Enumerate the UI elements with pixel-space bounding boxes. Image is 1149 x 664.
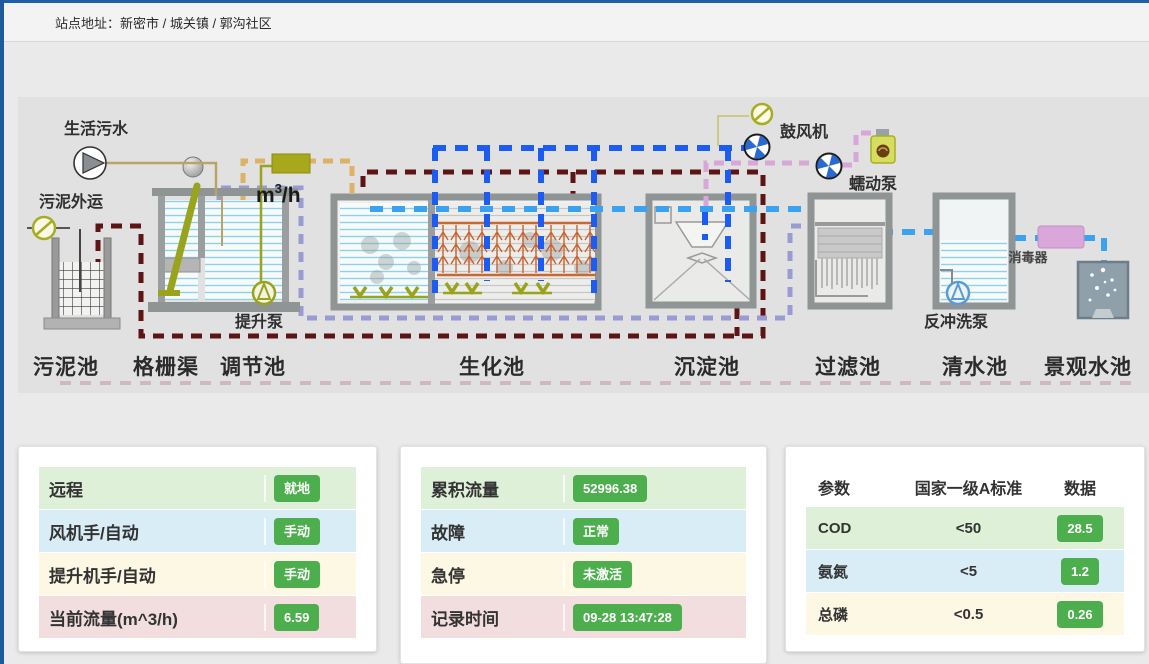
top-accent-strip	[0, 0, 1149, 3]
site-address-breadcrumb: 站点地址：新密市 / 城关镇 / 郭沟社区	[55, 13, 272, 32]
row-label: 远程	[49, 476, 264, 501]
label-lift-pump: 提升泵	[235, 313, 283, 331]
value-badge: 28.5	[1057, 515, 1102, 542]
column-header: 国家一级A标准	[901, 475, 1036, 499]
tank-label-sediment: 沉淀池	[674, 355, 740, 379]
value-badge: 1.2	[1061, 558, 1099, 585]
control-panel-card: 远程 就地 风机手/自动 手动 提升机手/自动 手动 当前流量(m^3/h) 6…	[18, 446, 377, 652]
table-row: 当前流量(m^3/h) 6.59	[39, 596, 356, 638]
status-badge: 就地	[274, 475, 320, 502]
param-standard: <0.5	[901, 606, 1036, 623]
row-label: 累积流量	[431, 476, 563, 501]
status-badge: 未激活	[573, 561, 632, 588]
tank-label-clean: 清水池	[942, 355, 1008, 379]
tank-label-screen: 格栅渠	[133, 355, 199, 379]
quality-table-header: 参数 国家一级A标准 数据	[806, 467, 1124, 507]
label-peristaltic: 蠕动泵	[849, 174, 897, 193]
sludge-out-valve-icon	[27, 217, 70, 239]
table-row: 提升机手/自动 手动	[39, 553, 356, 595]
param-standard: <50	[901, 520, 1036, 537]
tank-label-regulation: 调节池	[220, 355, 286, 379]
table-row: COD <50 28.5	[806, 507, 1124, 549]
table-row: 累积流量 52996.38	[421, 467, 746, 509]
status-panel-card: 累积流量 52996.38 故障 正常 急停 未激活 记录时间 09-28 13…	[400, 446, 767, 664]
blower-fan-icon	[742, 135, 770, 163]
status-badge: 手动	[274, 561, 320, 588]
param-name: COD	[806, 520, 901, 537]
backwash-pump-icon	[947, 282, 969, 304]
header-bar: 站点地址：新密市 / 城关镇 / 郭沟社区	[4, 3, 1149, 42]
process-flow-diagram: m3/h 生活污水 污泥外运 提升泵 鼓风机 蠕动泵 反冲洗泵 消毒器 污泥池 …	[18, 97, 1149, 393]
table-row: 氨氮 <5 1.2	[806, 550, 1124, 592]
column-header: 数据	[1036, 475, 1124, 499]
peristaltic-fan-icon	[814, 154, 842, 182]
disinfector-icon	[1038, 226, 1084, 248]
label-backwash: 反冲洗泵	[924, 312, 988, 331]
table-row: 记录时间 09-28 13:47:28	[421, 596, 746, 638]
row-label: 风机手/自动	[49, 519, 264, 544]
value-badge: 52996.38	[573, 475, 647, 502]
label-blower: 鼓风机	[780, 122, 828, 141]
param-standard: <5	[901, 563, 1036, 580]
value-badge: 0.26	[1057, 601, 1102, 628]
row-label: 故障	[431, 519, 563, 544]
sedimentation-tank	[649, 197, 753, 305]
label-sludge-out: 污泥外运	[39, 192, 103, 211]
table-row: 总磷 <0.5 0.26	[806, 593, 1124, 635]
sludge-pool-tank	[44, 229, 120, 329]
status-badge: 正常	[573, 518, 619, 545]
timestamp-badge: 09-28 13:47:28	[573, 604, 682, 631]
row-label: 当前流量(m^3/h)	[49, 605, 264, 630]
label-sewage-inlet: 生活污水	[64, 119, 129, 138]
table-row: 远程 就地	[39, 467, 356, 509]
lift-pump-icon	[253, 282, 275, 304]
row-label: 急停	[431, 562, 563, 587]
column-header: 参数	[806, 475, 901, 499]
water-quality-card: 参数 国家一级A标准 数据 COD <50 28.5 氨氮 <5 1.2 总磷 …	[785, 446, 1145, 652]
param-name: 氨氮	[806, 561, 901, 582]
landscape-pool-tank	[1078, 262, 1128, 318]
biochemical-tank	[334, 197, 598, 307]
table-row: 风机手/自动 手动	[39, 510, 356, 552]
param-name: 总磷	[806, 604, 901, 625]
status-badge: 手动	[274, 518, 320, 545]
filter-tank	[811, 196, 889, 306]
tank-label-bio: 生化池	[459, 355, 525, 379]
table-row: 故障 正常	[421, 510, 746, 552]
tank-label-sludge: 污泥池	[33, 356, 99, 379]
tank-label-landscape: 景观水池	[1044, 356, 1132, 379]
row-label: 提升机手/自动	[49, 562, 264, 587]
row-label: 记录时间	[431, 605, 563, 630]
label-disinfector: 消毒器	[1008, 250, 1048, 265]
process-flow-svg: m3/h 生活污水 污泥外运 提升泵 鼓风机 蠕动泵 反冲洗泵 消毒器 污泥池 …	[18, 97, 1149, 393]
dosing-container-icon	[871, 129, 895, 163]
value-badge: 6.59	[274, 604, 319, 631]
table-row: 急停 未激活	[421, 553, 746, 595]
tank-label-filter: 过滤池	[815, 355, 881, 379]
left-accent-border	[0, 0, 4, 664]
